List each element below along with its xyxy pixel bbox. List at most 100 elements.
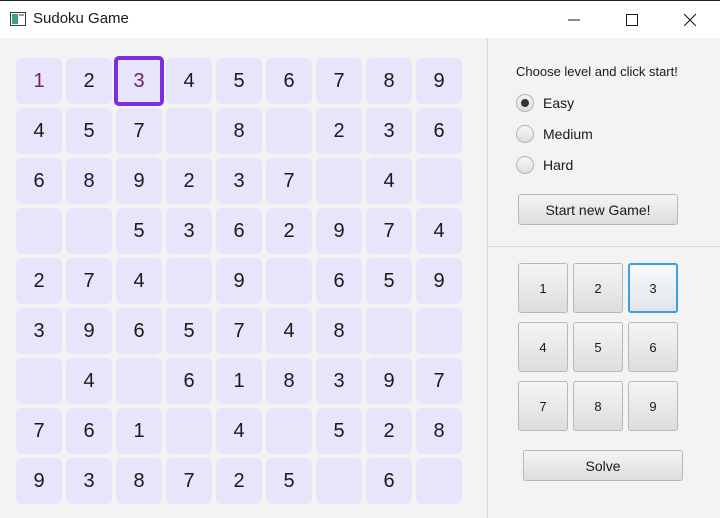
- radio-hard[interactable]: Hard: [516, 154, 573, 176]
- sudoku-cell[interactable]: 2: [266, 208, 312, 254]
- sudoku-cell[interactable]: 7: [166, 458, 212, 504]
- sudoku-cell[interactable]: 4: [16, 108, 62, 154]
- sudoku-cell[interactable]: [166, 258, 212, 304]
- sudoku-cell[interactable]: [316, 458, 362, 504]
- sudoku-cell[interactable]: 6: [16, 158, 62, 204]
- sudoku-cell[interactable]: 2: [66, 58, 112, 104]
- sudoku-cell[interactable]: 2: [216, 458, 262, 504]
- sudoku-cell[interactable]: 6: [316, 258, 362, 304]
- number-button-7[interactable]: 7: [518, 381, 568, 431]
- sudoku-cell[interactable]: 4: [166, 58, 212, 104]
- maximize-button[interactable]: [603, 1, 661, 38]
- sudoku-cell[interactable]: 4: [416, 208, 462, 254]
- number-button-1[interactable]: 1: [518, 263, 568, 313]
- sudoku-cell[interactable]: 7: [116, 108, 162, 154]
- radio-medium[interactable]: Medium: [516, 123, 593, 145]
- sudoku-cell[interactable]: 5: [366, 258, 412, 304]
- radio-button-icon[interactable]: [516, 156, 534, 174]
- sudoku-cell[interactable]: 6: [216, 208, 262, 254]
- solve-button[interactable]: Solve: [523, 450, 683, 481]
- sudoku-cell[interactable]: 3: [114, 56, 164, 106]
- sudoku-cell[interactable]: [366, 308, 412, 354]
- sudoku-cell[interactable]: 3: [216, 158, 262, 204]
- sudoku-cell[interactable]: [266, 108, 312, 154]
- sudoku-cell[interactable]: 8: [66, 158, 112, 204]
- sudoku-cell[interactable]: [66, 208, 112, 254]
- sudoku-cell[interactable]: 2: [16, 258, 62, 304]
- sudoku-cell[interactable]: 4: [66, 358, 112, 404]
- sudoku-cell[interactable]: 4: [216, 408, 262, 454]
- number-button-9[interactable]: 9: [628, 381, 678, 431]
- sudoku-cell[interactable]: 9: [316, 208, 362, 254]
- sudoku-cell[interactable]: 4: [266, 308, 312, 354]
- sudoku-cell[interactable]: 8: [416, 408, 462, 454]
- sudoku-cell[interactable]: 5: [166, 308, 212, 354]
- sudoku-cell[interactable]: 6: [266, 58, 312, 104]
- sudoku-cell[interactable]: 6: [416, 108, 462, 154]
- sudoku-cell[interactable]: 7: [16, 408, 62, 454]
- start-new-game-button[interactable]: Start new Game!: [518, 194, 678, 225]
- sudoku-cell[interactable]: 9: [66, 308, 112, 354]
- sudoku-cell[interactable]: 5: [116, 208, 162, 254]
- number-button-4[interactable]: 4: [518, 322, 568, 372]
- sudoku-cell[interactable]: [266, 408, 312, 454]
- number-button-6[interactable]: 6: [628, 322, 678, 372]
- radio-button-icon[interactable]: [516, 94, 534, 112]
- sudoku-cell[interactable]: 7: [366, 208, 412, 254]
- sudoku-cell[interactable]: 5: [66, 108, 112, 154]
- sudoku-cell[interactable]: 1: [16, 58, 62, 104]
- sudoku-cell[interactable]: 7: [216, 308, 262, 354]
- sudoku-cell[interactable]: 9: [416, 58, 462, 104]
- sudoku-cell[interactable]: 8: [366, 58, 412, 104]
- sudoku-cell[interactable]: 3: [166, 208, 212, 254]
- sudoku-cell[interactable]: 9: [416, 258, 462, 304]
- number-button-2[interactable]: 2: [573, 263, 623, 313]
- radio-button-icon[interactable]: [516, 125, 534, 143]
- sudoku-cell[interactable]: 9: [16, 458, 62, 504]
- sudoku-cell[interactable]: [416, 158, 462, 204]
- sudoku-cell[interactable]: 9: [216, 258, 262, 304]
- sudoku-cell[interactable]: 7: [316, 58, 362, 104]
- sudoku-cell[interactable]: 7: [266, 158, 312, 204]
- sudoku-cell[interactable]: 4: [366, 158, 412, 204]
- sudoku-cell[interactable]: 6: [66, 408, 112, 454]
- sudoku-cell[interactable]: 6: [166, 358, 212, 404]
- sudoku-cell[interactable]: 2: [316, 108, 362, 154]
- sudoku-cell[interactable]: 8: [316, 308, 362, 354]
- number-button-5[interactable]: 5: [573, 322, 623, 372]
- sudoku-cell[interactable]: 7: [416, 358, 462, 404]
- number-button-8[interactable]: 8: [573, 381, 623, 431]
- sudoku-cell[interactable]: [166, 408, 212, 454]
- sudoku-cell[interactable]: 8: [266, 358, 312, 404]
- sudoku-cell[interactable]: 3: [16, 308, 62, 354]
- sudoku-cell[interactable]: 5: [266, 458, 312, 504]
- sudoku-cell[interactable]: 9: [116, 158, 162, 204]
- sudoku-cell[interactable]: 9: [366, 358, 412, 404]
- sudoku-cell[interactable]: 3: [66, 458, 112, 504]
- sudoku-cell[interactable]: 3: [366, 108, 412, 154]
- sudoku-cell[interactable]: 6: [366, 458, 412, 504]
- sudoku-cell[interactable]: [416, 308, 462, 354]
- sudoku-cell[interactable]: [16, 208, 62, 254]
- sudoku-cell[interactable]: 5: [316, 408, 362, 454]
- sudoku-cell[interactable]: 3: [316, 358, 362, 404]
- sudoku-cell[interactable]: [316, 158, 362, 204]
- number-button-3[interactable]: 3: [628, 263, 678, 313]
- sudoku-cell[interactable]: [416, 458, 462, 504]
- sudoku-cell[interactable]: 5: [216, 58, 262, 104]
- sudoku-cell[interactable]: 7: [66, 258, 112, 304]
- sudoku-cell[interactable]: 8: [116, 458, 162, 504]
- sudoku-cell[interactable]: [266, 258, 312, 304]
- close-button[interactable]: [661, 1, 719, 38]
- sudoku-cell[interactable]: 4: [116, 258, 162, 304]
- sudoku-cell[interactable]: 6: [116, 308, 162, 354]
- sudoku-cell[interactable]: 1: [116, 408, 162, 454]
- sudoku-cell[interactable]: [116, 358, 162, 404]
- sudoku-cell[interactable]: [16, 358, 62, 404]
- sudoku-cell[interactable]: 1: [216, 358, 262, 404]
- minimize-button[interactable]: [545, 1, 603, 38]
- radio-easy[interactable]: Easy: [516, 92, 574, 114]
- sudoku-cell[interactable]: 8: [216, 108, 262, 154]
- sudoku-cell[interactable]: 2: [366, 408, 412, 454]
- sudoku-cell[interactable]: 2: [166, 158, 212, 204]
